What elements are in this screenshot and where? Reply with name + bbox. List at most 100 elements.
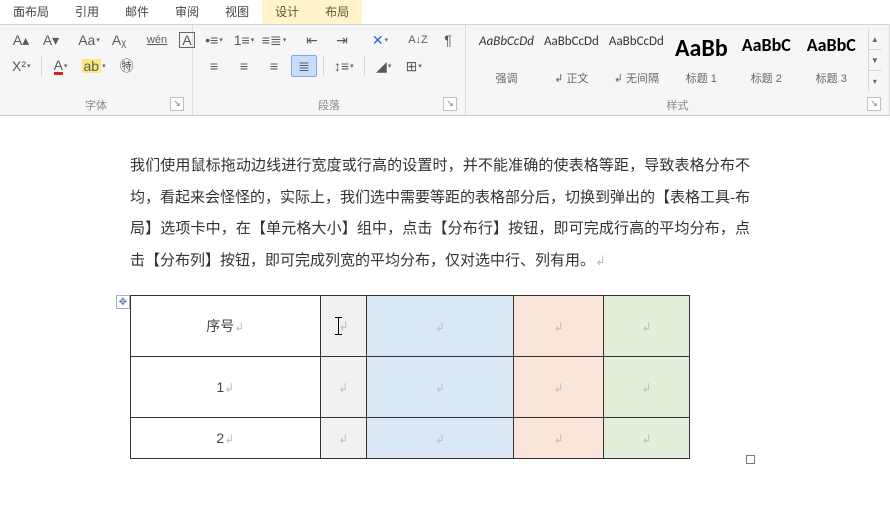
tab-table-design[interactable]: 设计 xyxy=(262,0,312,24)
table-cell[interactable]: ↲ xyxy=(366,418,514,459)
group-styles-label-text: 样式 xyxy=(667,100,689,112)
table-move-handle[interactable]: ✥ xyxy=(116,295,130,309)
sort-button[interactable]: A↓Z xyxy=(405,29,431,51)
paragraph[interactable]: 我们使用鼠标拖动边线进行宽度或行高的设置时，并不能准确的使表格等距，导致表格分布… xyxy=(130,151,750,277)
table-cell[interactable]: ↲ xyxy=(514,418,604,459)
paragraph-mark-icon: ↲ xyxy=(595,253,606,268)
document-area[interactable]: 我们使用鼠标拖动边线进行宽度或行高的设置时，并不能准确的使表格等距，导致表格分布… xyxy=(0,116,890,522)
shading-button[interactable]: ◢▾ xyxy=(371,55,397,77)
table-row[interactable]: 序号↲↲↲↲↲ xyxy=(131,296,690,357)
grow-font-button[interactable]: A▴ xyxy=(8,29,34,51)
align-distribute-icon: ≣ xyxy=(298,59,310,73)
style-item-1[interactable]: AaBbCcDd↲ 正文 xyxy=(539,29,604,89)
styles-dialog-launcher[interactable]: ↘ xyxy=(867,97,881,111)
table-cell[interactable]: 序号↲ xyxy=(131,296,321,357)
tab-page-layout[interactable]: 面布局 xyxy=(0,0,62,24)
phonetic-guide-button[interactable]: wén xyxy=(144,29,170,51)
chevron-down-icon: ▾ xyxy=(219,36,223,44)
group-styles-label: 样式 ↘ xyxy=(474,95,881,113)
style-preview: AaBbCcDd xyxy=(542,34,601,49)
decrease-indent-icon: ⇤ xyxy=(306,33,318,47)
table-row[interactable]: 1↲↲↲↲↲ xyxy=(131,357,690,418)
group-paragraph-label: 段落 ↘ xyxy=(201,95,457,113)
table-resize-handle[interactable] xyxy=(746,455,755,464)
style-item-0[interactable]: AaBbCcDd强调 xyxy=(474,29,539,89)
char-shading-button[interactable]: ab▾ xyxy=(78,55,110,77)
chevron-down-icon: ▾ xyxy=(27,62,31,70)
style-item-3[interactable]: AaBb标题 1 xyxy=(669,29,734,89)
group-styles: AaBbCcDd强调AaBbCcDd↲ 正文AaBbCcDd↲ 无间隔AaBb标… xyxy=(466,25,890,115)
font-color-icon: A xyxy=(54,58,63,75)
font-dialog-launcher[interactable]: ↘ xyxy=(170,97,184,111)
table-cell[interactable]: ↲ xyxy=(604,357,690,418)
separator xyxy=(364,56,365,76)
table-cell[interactable]: ↲ xyxy=(320,296,366,357)
superscript-button[interactable]: X²▾ xyxy=(8,55,35,77)
paint-bucket-icon: ◢ xyxy=(376,59,387,73)
table-cell[interactable]: ↲ xyxy=(320,357,366,418)
align-center-button[interactable]: ≡ xyxy=(231,55,257,77)
table-cell[interactable]: ↲ xyxy=(320,418,366,459)
clear-formatting-button[interactable]: Aᵪ xyxy=(106,29,132,51)
borders-button[interactable]: ⊞▾ xyxy=(401,55,427,77)
styles-gallery: AaBbCcDd强调AaBbCcDd↲ 正文AaBbCcDd↲ 无间隔AaBb标… xyxy=(474,29,864,89)
tab-references[interactable]: 引用 xyxy=(62,0,112,24)
tab-table-layout[interactable]: 布局 xyxy=(312,0,362,24)
asian-layout-button[interactable]: ✕▾ xyxy=(367,29,393,51)
table-cell[interactable]: ↲ xyxy=(514,296,604,357)
table-cell[interactable]: ↲ xyxy=(604,418,690,459)
cell-mark-icon: ↲ xyxy=(339,319,349,333)
show-marks-button[interactable]: ¶ xyxy=(435,29,461,51)
decrease-indent-button[interactable]: ⇤ xyxy=(299,29,325,51)
styles-gallery-scroll: ▲ ▼ ▾ xyxy=(868,29,881,91)
font-color-button[interactable]: A▾ xyxy=(48,55,74,77)
style-name: 标题 2 xyxy=(751,70,782,86)
document-table[interactable]: 序号↲↲↲↲↲1↲↲↲↲↲2↲↲↲↲↲ xyxy=(130,295,690,459)
table-row[interactable]: 2↲↲↲↲↲ xyxy=(131,418,690,459)
superscript-icon: X² xyxy=(12,59,26,73)
bullets-button[interactable]: •≡▾ xyxy=(201,29,227,51)
table-cell[interactable]: ↲ xyxy=(514,357,604,418)
paragraph-text: 我们使用鼠标拖动边线进行宽度或行高的设置时，并不能准确的使表格等距，导致表格分布… xyxy=(130,158,750,269)
shrink-font-button[interactable]: A▾ xyxy=(38,29,64,51)
increase-indent-button[interactable]: ⇥ xyxy=(329,29,355,51)
tab-view[interactable]: 视图 xyxy=(212,0,262,24)
numbering-button[interactable]: 1≡▾ xyxy=(231,29,257,51)
cell-mark-icon: ↲ xyxy=(554,381,564,395)
paragraph-dialog-launcher[interactable]: ↘ xyxy=(443,97,457,111)
enclose-char-button[interactable]: ㊕ xyxy=(114,55,140,77)
separator xyxy=(323,56,324,76)
ribbon: A▴ A▾ Aa▾ Aᵪ wén A X²▾ A▾ ab▾ ㊕ 字体 ↘ xyxy=(0,25,890,116)
table-cell[interactable]: ↲ xyxy=(366,357,514,418)
align-right-icon: ≡ xyxy=(270,59,278,73)
tab-mailings[interactable]: 邮件 xyxy=(112,0,162,24)
chevron-down-icon: ▾ xyxy=(102,62,106,70)
gallery-expand[interactable]: ▾ xyxy=(869,71,881,91)
table-cell[interactable]: ↲ xyxy=(366,296,514,357)
enclose-icon: ㊕ xyxy=(120,59,134,73)
align-distribute-button[interactable]: ≣ xyxy=(291,55,317,77)
style-item-5[interactable]: AaBbC标题 3 xyxy=(799,29,864,89)
style-item-2[interactable]: AaBbCcDd↲ 无间隔 xyxy=(604,29,669,89)
pilcrow-icon: ¶ xyxy=(444,33,452,47)
gallery-scroll-down[interactable]: ▼ xyxy=(869,50,881,71)
page: 我们使用鼠标拖动边线进行宽度或行高的设置时，并不能准确的使表格等距，导致表格分布… xyxy=(50,116,830,459)
style-preview: AaBbCcDd xyxy=(607,34,666,49)
table-cell[interactable]: 1↲ xyxy=(131,357,321,418)
table-cell[interactable]: ↲ xyxy=(604,296,690,357)
tab-review[interactable]: 审阅 xyxy=(162,0,212,24)
change-case-button[interactable]: Aa▾ xyxy=(76,29,102,51)
character-border-button[interactable]: A xyxy=(174,29,200,51)
style-preview: AaBbC xyxy=(802,34,861,56)
style-item-4[interactable]: AaBbC 标题 2 xyxy=(734,29,799,89)
table-cell[interactable]: 2↲ xyxy=(131,418,321,459)
chevron-down-icon: ▾ xyxy=(251,36,255,44)
chevron-down-icon: ▾ xyxy=(350,62,354,70)
multilevel-list-button[interactable]: ≡≣▾ xyxy=(261,29,287,51)
align-right-button[interactable]: ≡ xyxy=(261,55,287,77)
gallery-scroll-up[interactable]: ▲ xyxy=(869,29,881,50)
align-left-button[interactable]: ≡ xyxy=(201,55,227,77)
line-spacing-button[interactable]: ↕≡▾ xyxy=(330,55,358,77)
style-preview: AaBbC xyxy=(737,34,796,56)
cell-mark-icon: ↲ xyxy=(642,432,652,446)
